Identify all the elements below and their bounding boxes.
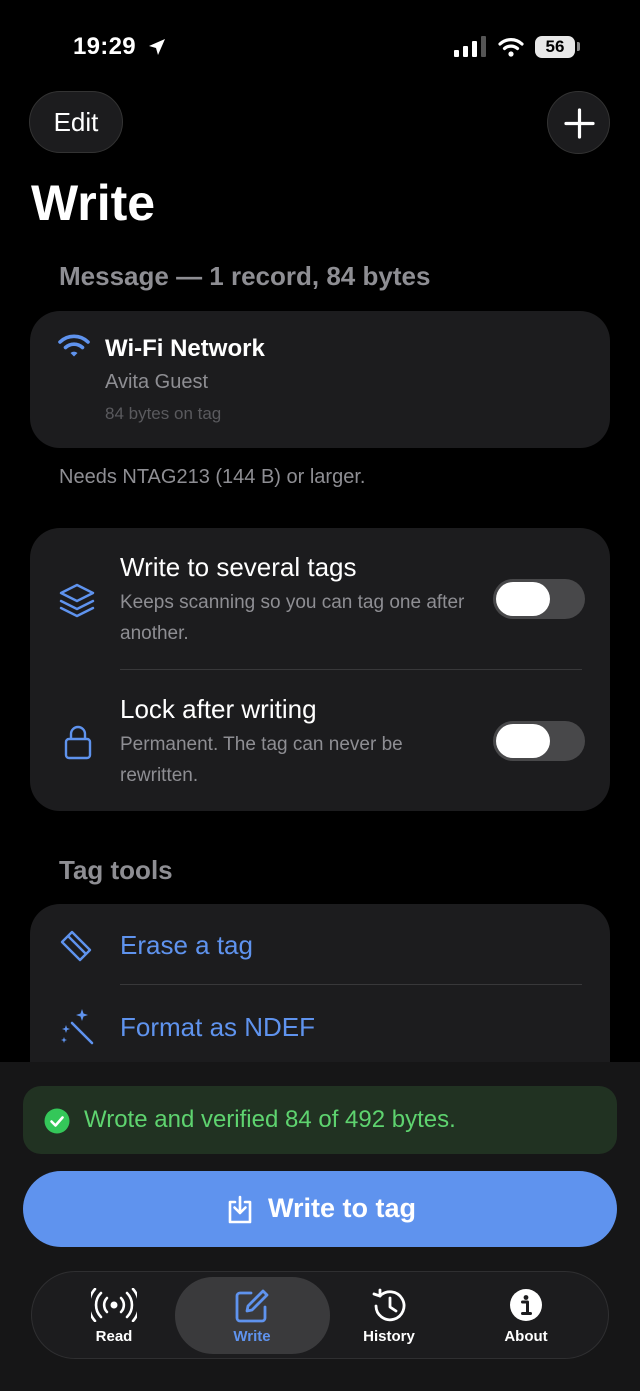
toggle-knob [496, 724, 550, 758]
tool-item-erase[interactable]: Erase a tag [30, 904, 610, 984]
tab-history[interactable]: History [329, 1272, 449, 1358]
record-title: Wi-Fi Network [105, 335, 265, 362]
divider [120, 669, 582, 670]
download-tray-icon [228, 1195, 252, 1224]
cellular-signal-icon [454, 36, 486, 57]
status-time: 19:29 [73, 33, 136, 60]
layers-icon [59, 583, 95, 618]
lock-icon [64, 725, 92, 760]
write-to-tag-button[interactable]: Write to tag [23, 1171, 617, 1247]
toggle-knob [496, 582, 550, 616]
edit-button[interactable]: Edit [29, 91, 123, 153]
history-clock-icon [372, 1288, 406, 1322]
tool-label-erase: Erase a tag [120, 930, 253, 960]
info-icon [510, 1289, 542, 1321]
lock-after-writing-toggle[interactable] [493, 721, 585, 761]
check-circle-icon [44, 1108, 70, 1134]
write-several-toggle[interactable] [493, 579, 585, 619]
success-toast: Wrote and verified 84 of 492 bytes. [23, 1086, 617, 1154]
record-subtitle: Avita Guest [105, 371, 209, 393]
tab-write[interactable]: Write [192, 1272, 312, 1358]
add-button[interactable] [547, 91, 610, 154]
write-options-card: Write to several tags Keeps scanning so … [30, 528, 610, 811]
tab-label-read: Read [95, 1328, 133, 1345]
tab-read[interactable]: Read [54, 1272, 174, 1358]
tab-label-write: Write [233, 1328, 271, 1345]
option-desc-several-tags: Keeps scanning so you can tag one after … [120, 592, 465, 644]
record-size: 84 bytes on tag [105, 404, 222, 423]
record-card-wifi[interactable]: Wi-Fi Network Avita Guest 84 bytes on ta… [30, 311, 610, 448]
tab-about[interactable]: About [466, 1272, 586, 1358]
wifi-status-icon [498, 38, 524, 57]
compose-icon [235, 1289, 269, 1323]
tool-item-format[interactable]: Format as NDEF [30, 985, 610, 1065]
eraser-icon [60, 930, 92, 962]
battery-tip [577, 42, 580, 51]
radio-waves-icon [91, 1288, 137, 1322]
option-title-lock: Lock after writing [120, 694, 317, 724]
option-title-several-tags: Write to several tags [120, 552, 357, 582]
page-title: Write [31, 175, 156, 231]
plus-icon [564, 108, 595, 139]
tag-requirement-note: Needs NTAG213 (144 B) or larger. [59, 466, 366, 488]
tab-bar: Read Write History About [31, 1271, 609, 1359]
write-to-tag-label: Write to tag [268, 1193, 416, 1223]
tab-label-history: History [363, 1328, 415, 1345]
status-bar: 19:29 56 [0, 0, 640, 90]
magic-wand-icon [61, 1009, 94, 1045]
wifi-icon [58, 334, 90, 357]
tab-label-about: About [504, 1328, 548, 1345]
location-arrow-icon [149, 39, 165, 55]
option-desc-lock: Permanent. The tag can never be rewritte… [120, 734, 403, 786]
message-section-header: Message — 1 record, 84 bytes [59, 261, 431, 291]
toast-message: Wrote and verified 84 of 492 bytes. [84, 1106, 456, 1133]
tool-label-format: Format as NDEF [120, 1012, 316, 1042]
battery-indicator: 56 [535, 36, 575, 58]
tag-tools-header: Tag tools [59, 855, 173, 885]
